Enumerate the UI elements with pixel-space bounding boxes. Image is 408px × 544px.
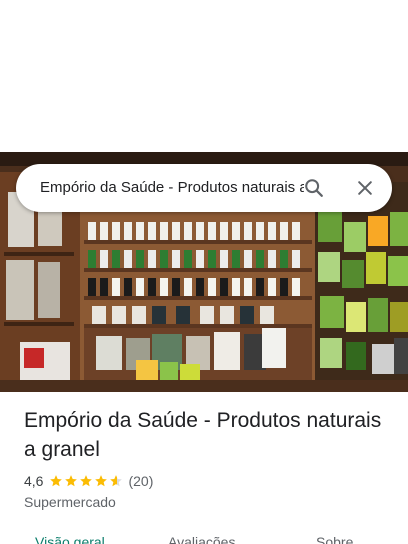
rating-row[interactable]: 4,6 (20)	[24, 471, 153, 491]
close-button[interactable]	[349, 172, 381, 204]
star-icon	[80, 475, 93, 487]
tab-reviews[interactable]: Avaliações	[168, 532, 235, 544]
search-button[interactable]	[298, 172, 330, 204]
map-area	[0, 0, 408, 152]
search-input[interactable]: Empório da Saúde - Produtos naturais a g…	[40, 164, 304, 212]
star-icon	[110, 475, 123, 487]
search-bar[interactable]: Empório da Saúde - Produtos naturais a g…	[16, 164, 392, 212]
place-category[interactable]: Supermercado	[24, 492, 116, 512]
search-icon	[305, 179, 323, 197]
star-icon	[95, 475, 108, 487]
tab-about[interactable]: Sobre	[316, 532, 353, 544]
rating-value: 4,6	[24, 473, 44, 489]
star-rating	[49, 474, 124, 488]
tab-overview[interactable]: Visão geral	[35, 532, 105, 544]
place-tabs: Visão geral Avaliações Sobre	[0, 526, 408, 544]
review-count[interactable]: (20)	[128, 473, 153, 489]
close-icon	[358, 181, 372, 195]
star-icon	[65, 475, 78, 487]
place-title: Empório da Saúde - Produtos naturais a g…	[24, 409, 382, 461]
star-icon	[50, 475, 63, 487]
